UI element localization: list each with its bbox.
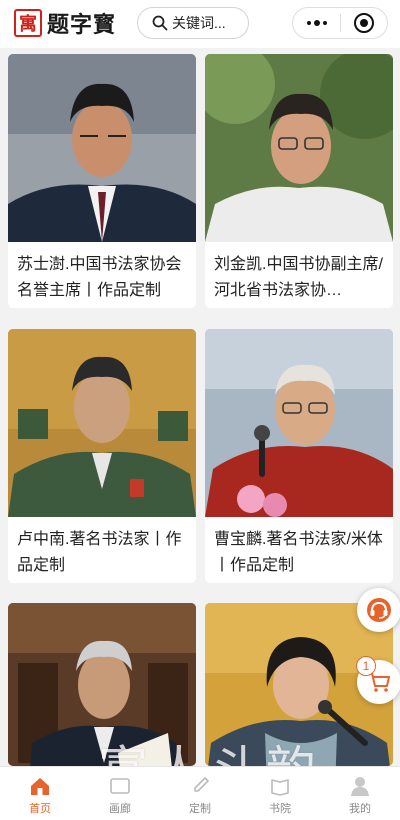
mini-program-capsule <box>292 7 388 39</box>
tab-gallery[interactable]: 画廊 <box>80 767 160 820</box>
cart-count-badge: 1 <box>356 656 376 676</box>
artist-photo <box>8 603 196 766</box>
artist-caption: 刘金凯.中国书协副主席/河北省书法家协… <box>214 256 383 299</box>
tab-academy[interactable]: 书院 <box>240 767 320 820</box>
artist-card[interactable]: 刘金凯.中国书协副主席/河北省书法家协… <box>205 54 393 308</box>
tab-home[interactable]: 首页 <box>0 767 80 820</box>
close-target-icon <box>354 13 374 33</box>
book-icon <box>271 779 289 796</box>
customer-service-button[interactable] <box>357 588 400 632</box>
search-icon <box>152 15 168 31</box>
tab-label: 书院 <box>269 803 291 815</box>
gallery-icon <box>110 778 130 794</box>
home-icon <box>31 778 49 795</box>
tab-label: 定制 <box>189 803 211 815</box>
brush-icon <box>194 777 209 792</box>
close-button[interactable] <box>341 13 387 33</box>
artist-card[interactable]: 苏士澍.中国书法家协会名誉主席丨作品定制 <box>8 54 196 308</box>
bottom-tab-bar: 首页 画廊 定制 书院 我的 <box>0 766 400 820</box>
tab-custom[interactable]: 定制 <box>160 767 240 820</box>
top-bar: 寓 题字寳 关键词... <box>0 0 400 48</box>
logo-text: 题字寳 <box>47 12 117 38</box>
artist-photo <box>8 54 196 242</box>
more-menu-button[interactable] <box>293 20 340 26</box>
tab-label: 画廊 <box>109 803 131 815</box>
user-icon <box>351 777 369 796</box>
artist-caption: 苏士澍.中国书法家协会名誉主席丨作品定制 <box>17 256 182 299</box>
tab-profile[interactable]: 我的 <box>320 767 400 820</box>
artist-photo <box>205 54 393 242</box>
artist-caption: 卢中南.著名书法家丨作品定制 <box>17 531 182 574</box>
logo-seal-icon: 寓 <box>14 9 42 37</box>
artist-photo <box>8 329 196 517</box>
artist-card[interactable]: 卢中南.著名书法家丨作品定制 <box>8 329 196 583</box>
tab-label: 首页 <box>29 803 51 815</box>
artist-photo <box>205 329 393 517</box>
artist-card[interactable] <box>8 603 196 766</box>
tab-label: 我的 <box>349 803 371 815</box>
search-input[interactable]: 关键词... <box>137 7 249 39</box>
artist-card[interactable]: 曹宝麟.著名书法家/米体丨作品定制 <box>205 329 393 583</box>
artist-caption: 曹宝麟.著名书法家/米体丨作品定制 <box>214 531 383 574</box>
app-logo[interactable]: 寓 题字寳 <box>14 8 116 38</box>
search-placeholder: 关键词... <box>172 15 226 31</box>
headset-icon <box>367 598 391 622</box>
